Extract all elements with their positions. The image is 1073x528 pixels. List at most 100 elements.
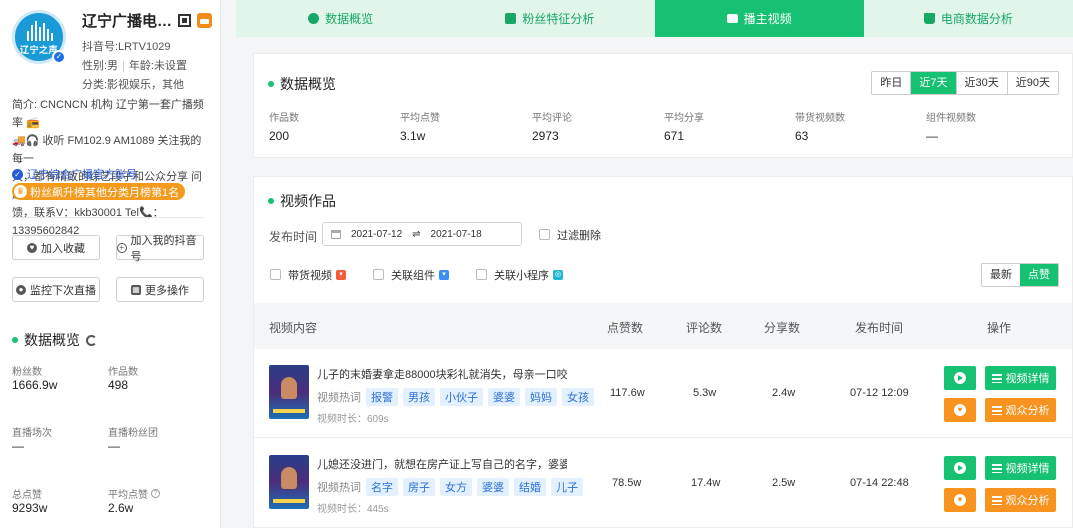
metric-works: 作品数 200 (269, 109, 299, 143)
video-title[interactable]: 儿子的末婚妻拿走88000块彩礼就消失，母亲一口咬定… (317, 366, 567, 382)
play-button[interactable] (944, 456, 976, 480)
heart-icon: ♥ (954, 404, 966, 416)
mini-program-label: 关联小程序 ◎ (494, 267, 563, 283)
like-button[interactable]: ♥ (944, 398, 976, 422)
more-actions-button[interactable]: ▦ 更多操作 (116, 277, 204, 302)
tag[interactable]: 小伙子 (440, 388, 483, 406)
audience-analysis-button[interactable]: 观众分析 (985, 488, 1056, 512)
age: 年龄:未设置 (128, 60, 187, 72)
video-title[interactable]: 儿媳还没进门，就想在房产证上写自己的名字，婆婆一… (317, 456, 567, 472)
divider (12, 217, 204, 218)
tag[interactable]: 房子 (403, 478, 435, 496)
play-icon (954, 372, 966, 384)
range-7-days[interactable]: 近7天 (910, 72, 956, 94)
audience-analysis-label: 观众分析 (1005, 495, 1050, 507)
range-90-days[interactable]: 近90天 (1006, 72, 1058, 94)
metric-value: 63 (795, 129, 809, 143)
tag[interactable]: 名字 (366, 478, 398, 496)
range-30-days[interactable]: 近30天 (955, 72, 1007, 94)
mini-program-checkbox[interactable] (476, 269, 487, 280)
commerce-video-label: 带货视频 ▾ (288, 267, 346, 283)
list-icon (991, 463, 1002, 473)
more-actions-label: 更多操作 (145, 284, 189, 297)
video-thumbnail[interactable] (269, 455, 309, 509)
commerce-video-checkbox[interactable] (270, 269, 281, 280)
monitor-icon: ● (16, 284, 26, 295)
range-yesterday[interactable]: 昨日 (872, 72, 911, 94)
tag[interactable]: 婆婆 (488, 388, 520, 406)
col-comments[interactable]: 评论数 (686, 319, 722, 336)
refresh-icon[interactable] (86, 334, 97, 346)
stat-label: 平均点赞 (108, 490, 148, 501)
video-detail-button[interactable]: 视频详情 (985, 456, 1056, 480)
date-end: 2021-07-18 (430, 228, 482, 240)
metric-label: 平均点赞 (400, 113, 440, 124)
play-button[interactable] (944, 366, 976, 390)
component-checkbox[interactable] (373, 269, 384, 280)
shares-count: 2.5w (772, 477, 796, 489)
tag[interactable]: 结婚 (514, 478, 546, 496)
tab-data-overview[interactable]: 数据概览 (236, 0, 445, 37)
help-icon[interactable]: ? (151, 489, 160, 498)
stat-label: 作品数 (108, 367, 138, 378)
video-duration: 视频时长：445s (317, 504, 389, 515)
metric-label: 平均评论 (532, 113, 572, 124)
tag[interactable]: 报警 (366, 388, 398, 406)
filter-deleted-checkbox[interactable] (539, 229, 550, 240)
table-header: 视频内容 点赞数 评论数 分享数 发布时间 操作 (254, 303, 1072, 349)
green-dot-icon (268, 81, 274, 87)
mini-program-icon: ◎ (553, 270, 563, 280)
green-dot-icon (12, 337, 18, 343)
col-actions: 操作 (987, 321, 1012, 335)
videos-title-text: 视频作品 (280, 193, 336, 209)
tab-label: 播主视频 (743, 12, 792, 26)
tag[interactable]: 妈妈 (525, 388, 557, 406)
tab-fan-analysis[interactable]: 粉丝特征分析 (445, 0, 654, 37)
video-thumbnail[interactable] (269, 365, 309, 419)
tag[interactable]: 女方 (440, 478, 472, 496)
sort-latest[interactable]: 最新 (982, 264, 1020, 286)
likes-count: 78.5w (612, 477, 642, 489)
list-icon (991, 373, 1002, 383)
camera-icon (726, 14, 738, 23)
like-button[interactable]: ♥ (944, 488, 976, 512)
tag[interactable]: 婆婆 (477, 478, 509, 496)
add-favorite-button[interactable]: ♥ 加入收藏 (12, 235, 100, 260)
filter-deleted-label: 过滤删除 (557, 230, 601, 242)
monitor-live-button[interactable]: ● 监控下次直播 (12, 277, 100, 302)
rank-badge[interactable]: ♛ 粉丝飙升榜其他分类月榜第1名 (12, 183, 186, 200)
calendar-icon (331, 229, 341, 239)
play-icon (954, 462, 966, 474)
col-video-content: 视频内容 (269, 321, 318, 335)
shop-icon[interactable] (197, 13, 213, 28)
tab-ecommerce-analysis[interactable]: 电商数据分析 (864, 0, 1073, 37)
metric-label: 带货视频数 (795, 113, 845, 124)
tag[interactable]: 男孩 (403, 388, 435, 406)
metric-avg-shares: 平均分享 671 (664, 109, 704, 143)
tags-label: 视频热词 (317, 392, 361, 404)
stat-value: 2.6w (108, 501, 134, 515)
monitor-live-label: 监控下次直播 (30, 284, 96, 297)
grid-icon: ▦ (131, 284, 141, 295)
tab-creator-videos[interactable]: 播主视频 (654, 0, 864, 37)
tag[interactable]: 儿子 (551, 478, 583, 496)
metric-commerce-videos: 带货视频数 63 (795, 109, 845, 143)
main-tabs: 数据概览 粉丝特征分析 播主视频 电商数据分析 (236, 0, 1073, 37)
tag[interactable]: 女孩 (562, 388, 594, 406)
qr-code-icon[interactable] (178, 14, 192, 27)
col-shares[interactable]: 分享数 (764, 319, 800, 336)
overview-title: 数据概览 (268, 74, 336, 94)
shares-count: 2.4w (772, 387, 796, 399)
audience-analysis-button[interactable]: 观众分析 (985, 398, 1056, 422)
video-detail-button[interactable]: 视频详情 (985, 366, 1056, 390)
bio-line: 🚚🎧 收听 FM102.9 AM1089 关注我的每一 (12, 135, 202, 165)
tab-label: 电商数据分析 (940, 12, 1013, 26)
date-start: 2021-07-12 (351, 228, 403, 240)
add-my-account-button[interactable]: + 加入我的抖音号 (116, 235, 204, 263)
publish-time: 07-14 22:48 (850, 477, 909, 489)
gender-age-row: 性别:男 | 年龄:未设置 (82, 60, 187, 72)
date-range-picker[interactable]: 2021-07-12 ⇌ 2021-07-18 (322, 222, 522, 246)
sort-likes[interactable]: 点赞 (1020, 264, 1058, 286)
col-likes[interactable]: 点赞数 (607, 319, 643, 336)
metric-label: 平均分享 (664, 113, 704, 124)
